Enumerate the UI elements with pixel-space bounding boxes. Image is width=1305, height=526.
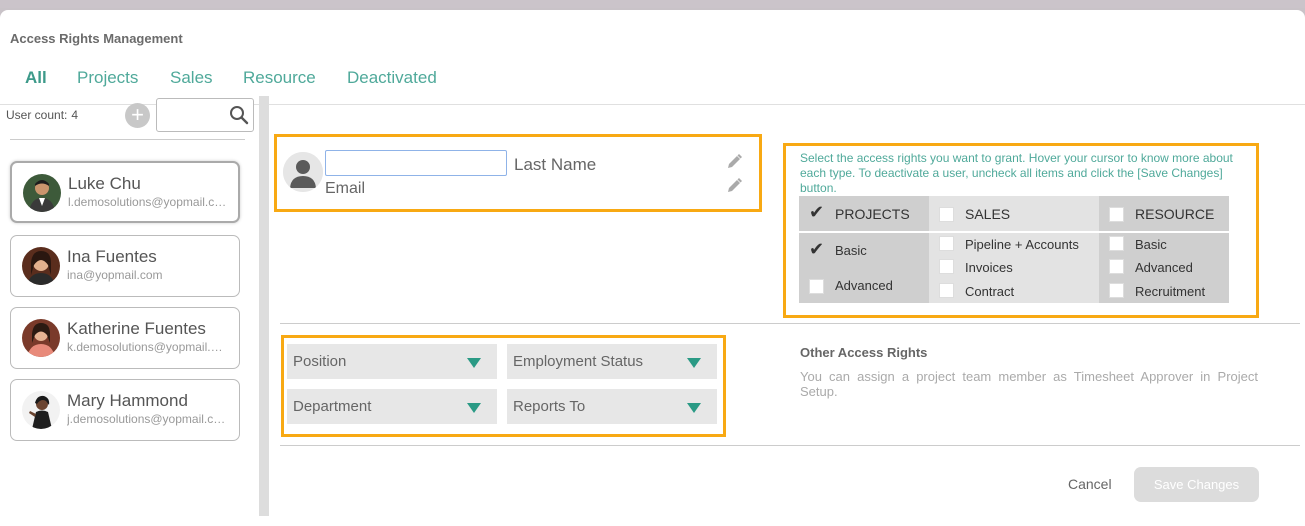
user-card-katherine-fuentes[interactable]: Katherine Fuentes k.demosolutions@yopmai… (10, 307, 240, 369)
user-count-value: 4 (71, 108, 79, 122)
sales-header-cell: SALES (929, 196, 1099, 231)
recruitment-label: Recruitment (1135, 284, 1206, 299)
user-card-ina-fuentes[interactable]: Ina Fuentes ina@yopmail.com (10, 235, 240, 297)
projects-items-cell: ✔ Basic Advanced (799, 233, 929, 303)
projects-header-cell: ✔ PROJECTS (799, 196, 929, 231)
position-dropdown[interactable]: Position (287, 344, 497, 379)
dropdown-arrow-icon (687, 358, 701, 368)
tab-resource[interactable]: Resource (243, 68, 316, 88)
access-rights-section: Select the access rights you want to gra… (783, 143, 1259, 318)
user-name: Katherine Fuentes (67, 319, 206, 338)
avatar (22, 247, 60, 285)
reports-to-dropdown[interactable]: Reports To (507, 389, 717, 424)
background-strip (0, 0, 1305, 8)
user-email: k.demosolutions@yopmail.com (67, 340, 227, 354)
user-count-label: User count: (6, 108, 68, 122)
search-input[interactable] (161, 105, 231, 127)
user-email: j.demosolutions@yopmail.com (67, 412, 227, 426)
reports-to-label: Reports To (513, 398, 586, 415)
employment-status-dropdown[interactable]: Employment Status (507, 344, 717, 379)
save-changes-button[interactable]: Save Changes (1134, 467, 1259, 502)
sales-checkbox[interactable] (939, 207, 954, 222)
pipeline-label: Pipeline + Accounts (965, 237, 1079, 252)
recruitment-checkbox[interactable] (1109, 283, 1124, 298)
resource-basic-checkbox[interactable] (1109, 236, 1124, 251)
resource-items-cell: Basic Advanced Recruitment (1099, 233, 1229, 303)
projects-advanced-checkbox[interactable] (809, 279, 824, 294)
resource-checkbox[interactable] (1109, 207, 1124, 222)
resource-advanced-checkbox[interactable] (1109, 259, 1124, 274)
position-label: Position (293, 353, 347, 370)
section-divider (280, 323, 1300, 324)
other-access-title: Other Access Rights (800, 345, 928, 360)
projects-advanced-label: Advanced (835, 278, 893, 293)
tab-sales[interactable]: Sales (170, 68, 213, 88)
resource-basic-label: Basic (1135, 237, 1167, 252)
other-access-text: You can assign a project team member as … (800, 369, 1258, 399)
department-label: Department (293, 398, 372, 415)
sidebar-separator (10, 139, 245, 140)
tab-projects[interactable]: Projects (77, 68, 138, 88)
projects-basic-label: Basic (835, 243, 867, 258)
profile-section: Last Name Email (274, 134, 762, 212)
first-name-input[interactable] (325, 150, 507, 176)
user-detail-panel: Last Name Email Select the access rights… (270, 96, 1305, 516)
dropdown-arrow-icon (687, 403, 701, 413)
invoices-checkbox[interactable] (939, 259, 954, 274)
vertical-divider (259, 96, 269, 516)
pipeline-checkbox[interactable] (939, 236, 954, 251)
contract-label: Contract (965, 284, 1015, 299)
checkmark-icon[interactable]: ✔ (809, 240, 824, 258)
resource-advanced-label: Advanced (1135, 260, 1193, 275)
user-name: Ina Fuentes (67, 247, 157, 266)
projects-heading: PROJECTS (835, 206, 910, 222)
avatar (22, 319, 60, 357)
search-icon[interactable] (229, 105, 249, 125)
modal-title: Access Rights Management (10, 31, 183, 46)
user-name: Luke Chu (68, 174, 141, 193)
avatar (22, 391, 60, 429)
default-avatar-icon (283, 152, 323, 192)
department-dropdown[interactable]: Department (287, 389, 497, 424)
user-card-mary-hammond[interactable]: Mary Hammond j.demosolutions@yopmail.com (10, 379, 240, 441)
dropdown-arrow-icon (467, 358, 481, 368)
user-card-luke-chu[interactable]: Luke Chu l.demosolutions@yopmail.com (10, 161, 240, 223)
last-name-field[interactable]: Last Name (514, 155, 596, 175)
cancel-button[interactable]: Cancel (1068, 476, 1112, 492)
resource-heading: RESOURCE (1135, 206, 1215, 222)
user-email: ina@yopmail.com (67, 268, 163, 282)
rights-instructions: Select the access rights you want to gra… (800, 151, 1233, 195)
pencil-icon[interactable] (725, 177, 743, 195)
user-sidebar: User count: 4 + Luke Chu l.demosolutions@… (0, 96, 258, 516)
avatar (23, 174, 61, 212)
add-user-button[interactable]: + (125, 103, 150, 128)
sales-heading: SALES (965, 206, 1011, 222)
email-field[interactable]: Email (325, 180, 365, 198)
invoices-label: Invoices (965, 260, 1013, 275)
search-box[interactable] (156, 98, 254, 132)
employment-fields-section: Position Employment Status Department Re… (281, 335, 726, 437)
user-count: User count: 4 (6, 108, 78, 122)
employment-status-label: Employment Status (513, 353, 644, 370)
footer-divider (280, 445, 1300, 446)
user-name: Mary Hammond (67, 391, 188, 410)
tab-all[interactable]: All (25, 68, 47, 88)
pencil-icon[interactable] (725, 153, 743, 171)
user-email: l.demosolutions@yopmail.com (68, 195, 228, 209)
checkmark-icon[interactable]: ✔ (809, 203, 824, 221)
plus-icon: + (131, 102, 144, 127)
dropdown-arrow-icon (467, 403, 481, 413)
tab-deactivated[interactable]: Deactivated (347, 68, 437, 88)
resource-header-cell: RESOURCE (1099, 196, 1229, 231)
contract-checkbox[interactable] (939, 283, 954, 298)
sales-items-cell: Pipeline + Accounts Invoices Contract (929, 233, 1099, 303)
